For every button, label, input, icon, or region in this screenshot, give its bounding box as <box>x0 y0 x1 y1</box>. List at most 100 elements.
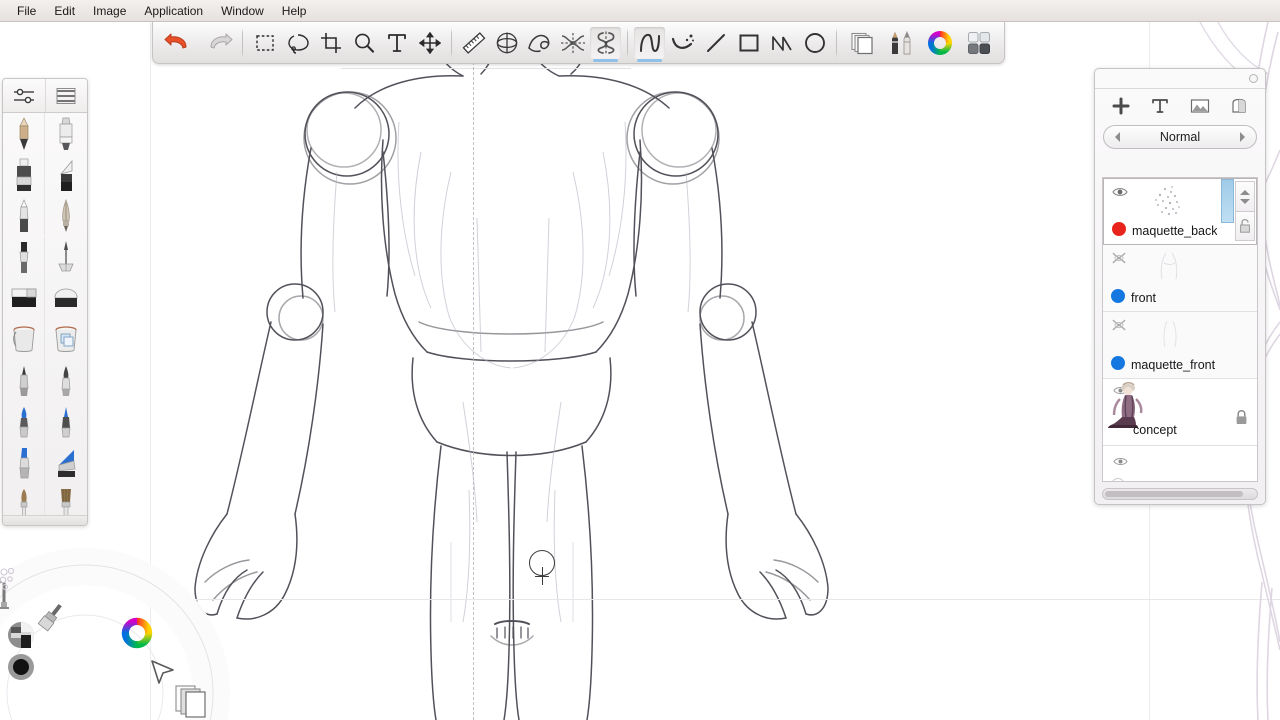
ellipse-tool[interactable] <box>799 27 830 59</box>
canvas-area[interactable] <box>0 22 1280 720</box>
layer-color-dot[interactable] <box>1112 222 1126 236</box>
brushes-panel-toggle[interactable] <box>882 27 919 59</box>
felt-pen-brush[interactable] <box>3 195 45 237</box>
text-t-icon <box>387 33 406 52</box>
freehand-curve-tool[interactable] <box>634 26 665 62</box>
symmetry-mirror-icon <box>597 31 614 54</box>
foreground-color-swatch[interactable] <box>7 653 35 681</box>
text-tool[interactable] <box>381 27 412 59</box>
radial-color-wheel[interactable] <box>120 616 154 650</box>
layer-list-scrollbar[interactable] <box>1221 179 1234 223</box>
french-curve-tool[interactable] <box>524 27 555 59</box>
layer-color-dot[interactable] <box>1111 289 1125 303</box>
brush-settings-tab[interactable] <box>3 79 46 112</box>
layer-visibility-toggle[interactable] <box>1113 454 1129 468</box>
ellipse-guide-tool[interactable] <box>491 27 522 59</box>
brush-grid <box>3 113 87 525</box>
flat-marker-brush[interactable] <box>3 154 45 196</box>
layer-row-background[interactable]: Background <box>1103 446 1257 481</box>
crop-tool[interactable] <box>315 27 346 59</box>
redo-button[interactable] <box>199 27 236 59</box>
symmetry-quad-tool[interactable] <box>557 27 588 59</box>
lasso-tool[interactable] <box>282 27 313 59</box>
layer-lock-button[interactable] <box>1235 211 1255 241</box>
layer-visibility-toggle[interactable] <box>1111 251 1127 265</box>
add-layer-button[interactable] <box>1107 94 1135 118</box>
airbrush-soft[interactable] <box>45 360 87 401</box>
layer-row-maquette-back[interactable]: maquette_back <box>1103 178 1257 245</box>
radial-tool-brush[interactable] <box>34 600 68 634</box>
pattern-bucket-icon <box>55 326 77 353</box>
color-wheel-toggle[interactable] <box>921 27 958 59</box>
menu-item-file[interactable]: File <box>8 1 45 21</box>
blend-mode-selector[interactable]: Normal <box>1103 125 1257 149</box>
rectangle-tool[interactable] <box>733 27 764 59</box>
chisel-marker-brush[interactable] <box>45 154 87 195</box>
blue-marker-round[interactable] <box>3 401 45 443</box>
add-mask-layer-button[interactable] <box>1225 94 1253 118</box>
bezier-curve-tool[interactable] <box>667 27 698 59</box>
layer-visibility-toggle[interactable] <box>1112 185 1128 199</box>
blend-mode-prev-button[interactable] <box>1110 129 1126 145</box>
layer-lock-indicator[interactable] <box>1234 409 1249 431</box>
zoom-tool[interactable] <box>348 27 379 59</box>
symmetry-mirror-tool[interactable] <box>590 26 621 62</box>
block-eraser[interactable] <box>3 277 45 319</box>
nib-pen-brush[interactable] <box>45 195 87 236</box>
ruler-tool[interactable] <box>458 27 489 59</box>
scrollbar-thumb[interactable] <box>1105 491 1243 497</box>
pencil-brush[interactable] <box>3 113 45 154</box>
swatches-panel-toggle[interactable] <box>960 27 997 59</box>
menu-item-image[interactable]: Image <box>84 1 135 21</box>
canvas-sheet[interactable] <box>150 22 1150 720</box>
polyline-tool[interactable] <box>766 27 797 59</box>
sliders-icon <box>13 88 34 103</box>
layers-panel-horizontal-scrollbar[interactable] <box>1102 488 1258 500</box>
lock-icon <box>1236 410 1247 424</box>
round-eraser[interactable] <box>45 278 87 319</box>
blend-mode-next-button[interactable] <box>1234 129 1250 145</box>
crop-icon <box>320 32 341 53</box>
move-tool[interactable] <box>414 27 445 59</box>
layer-row-maquette-front[interactable]: maquette_front <box>1103 312 1257 379</box>
add-text-layer-button[interactable] <box>1146 94 1174 118</box>
chisel-marker-icon <box>59 159 73 191</box>
layer-reorder-button[interactable] <box>1235 181 1255 211</box>
toolbar-group-selection <box>248 24 446 62</box>
ink-pen-brush[interactable] <box>3 236 45 278</box>
dip-pen-brush[interactable] <box>45 237 87 278</box>
rectangular-marquee-tool[interactable] <box>249 27 280 59</box>
layer-color-dot[interactable] <box>1111 356 1125 370</box>
marker-brush[interactable] <box>45 113 87 154</box>
menu-item-application[interactable]: Application <box>135 1 212 21</box>
pattern-bucket[interactable] <box>45 319 87 360</box>
undo-button[interactable] <box>160 27 197 59</box>
brush-palette <box>2 78 88 526</box>
close-icon[interactable] <box>1249 74 1258 83</box>
menu-item-window[interactable]: Window <box>212 1 273 21</box>
layer-visibility-toggle[interactable] <box>1111 318 1127 332</box>
blue-wedge-marker[interactable] <box>45 443 87 484</box>
radial-layers[interactable] <box>170 680 212 720</box>
lock-icon <box>1240 218 1250 233</box>
nib-pen-icon <box>62 198 70 232</box>
symmetry-quad-icon <box>560 32 585 53</box>
line-tool[interactable] <box>700 27 731 59</box>
eye-icon <box>1113 458 1128 465</box>
ellipse-icon <box>804 32 825 53</box>
layer-color-dot[interactable] <box>1111 478 1125 481</box>
blue-marker-fine[interactable] <box>45 401 87 442</box>
paint-bucket[interactable] <box>3 318 45 360</box>
layer-row-front[interactable]: front <box>1103 245 1257 312</box>
airbrush-fine[interactable] <box>3 360 45 402</box>
menu-item-help[interactable]: Help <box>273 1 316 21</box>
layers-panel-toggle[interactable] <box>843 27 880 59</box>
add-image-layer-button[interactable] <box>1186 94 1214 118</box>
layer-row-concept[interactable]: concept <box>1103 379 1257 446</box>
brush-list-tab[interactable] <box>46 79 88 112</box>
blue-marker-broad[interactable] <box>3 442 45 484</box>
layer-list[interactable]: maquette_back front maquette_front conce… <box>1102 177 1258 482</box>
value-swatch[interactable] <box>7 621 35 649</box>
menu-item-edit[interactable]: Edit <box>45 1 84 21</box>
blend-mode-value: Normal <box>1159 130 1201 144</box>
